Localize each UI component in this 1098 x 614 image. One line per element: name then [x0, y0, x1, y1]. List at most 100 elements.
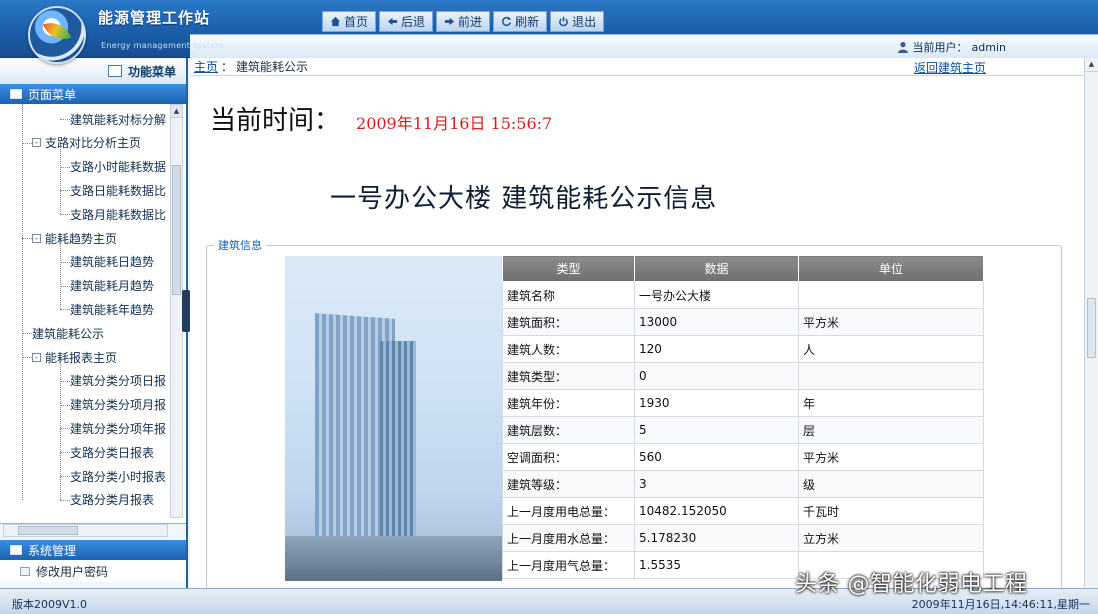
status-clock: 2009年11月16日,14:46:11,星期一	[911, 598, 1090, 611]
tree-connector	[22, 333, 32, 335]
arrow-right-icon	[444, 17, 455, 26]
table-row: 建筑人数： 120 人	[502, 335, 984, 363]
home-button[interactable]: 首页	[322, 11, 377, 32]
function-menu-label: 功能菜单	[127, 64, 176, 79]
cell-type: 空调面积：	[502, 443, 635, 471]
sidebar-item-change-password[interactable]: 修改用户密码	[0, 560, 186, 582]
refresh-button[interactable]: 刷新	[493, 11, 548, 32]
sidebar-item[interactable]: 支路月能耗数据比	[70, 203, 166, 225]
back-to-building-link[interactable]: 返回建筑主页	[914, 59, 986, 76]
cell-type: 建筑人数：	[502, 335, 635, 363]
current-user: 当前用户： admin	[897, 39, 1006, 55]
cell-data: 1.5535	[634, 551, 799, 579]
building-title: 一号办公大楼 建筑能耗公示信息	[330, 184, 718, 214]
arrow-left-icon	[387, 17, 398, 26]
sidebar-item[interactable]: 建筑分类分项月报	[70, 394, 166, 416]
sidebar-item[interactable]: 建筑分类分项日报	[70, 370, 166, 392]
home-button-label: 首页	[344, 15, 369, 29]
tree-toggle-icon[interactable]: -	[32, 233, 41, 243]
folder-icon	[10, 545, 22, 555]
cell-unit: 平方米	[798, 443, 984, 471]
breadcrumb-home-link[interactable]: 主页	[194, 58, 218, 75]
tree-toggle-icon[interactable]: -	[32, 352, 41, 362]
sidebar-item[interactable]: 支路小时能耗数据	[70, 156, 166, 178]
logout-button[interactable]: 退出	[550, 11, 605, 32]
cell-type: 上一月度用水总量：	[502, 524, 635, 552]
tree-connector	[60, 428, 70, 430]
sidebar-item[interactable]: 建筑能耗年趋势	[70, 298, 154, 320]
tree-connector	[22, 104, 23, 500]
back-button[interactable]: 后退	[379, 11, 434, 32]
current-time-value: 2009年11月16日 15:56:7	[356, 114, 553, 133]
tree-toggle-icon[interactable]: -	[32, 138, 41, 148]
sidebar-item-label: 建筑能耗年趋势	[70, 302, 155, 317]
sidebar-item-label: 能耗报表主页	[45, 350, 118, 365]
back-button-label: 后退	[401, 15, 426, 29]
app-logo	[28, 6, 86, 64]
cell-unit: 级	[798, 470, 984, 498]
cell-unit: 年	[798, 389, 984, 417]
user-icon	[897, 42, 908, 53]
sidebar-item[interactable]: 建筑分类分项年报	[70, 417, 166, 439]
sidebar-collapse-handle[interactable]	[182, 290, 190, 332]
logout-button-label: 退出	[572, 15, 597, 29]
hscroll-thumb[interactable]	[18, 526, 78, 535]
table-row: 上一月度用水总量： 5.178230 立方米	[502, 524, 984, 552]
breadcrumb: 主页 ： 建筑能耗公示 返回建筑主页	[190, 58, 1098, 76]
scroll-up-arrow-icon[interactable]: ▲	[1085, 58, 1098, 72]
forward-button[interactable]: 前进	[436, 11, 491, 32]
sidebar-item-label: 建筑能耗月趋势	[70, 279, 155, 294]
table-row: 建筑等级： 3 级	[502, 470, 984, 498]
tree-connector	[60, 145, 61, 215]
scroll-up-arrow-icon[interactable]: ▲	[171, 105, 182, 118]
function-menu-header[interactable]: 功能菜单	[0, 58, 186, 84]
column-header-type: 类型	[502, 255, 635, 282]
scroll-thumb[interactable]	[172, 165, 181, 295]
building-info-legend: 建筑信息	[214, 237, 266, 253]
system-management-section: 系统管理 修改用户密码	[0, 540, 186, 582]
main-vertical-scrollbar[interactable]: ▲	[1084, 58, 1098, 588]
table-row: 建筑名称 一号办公大楼	[502, 281, 984, 309]
current-time-row: 当前时间： 2009年11月16日 15:56:7	[210, 100, 552, 137]
tree-connector	[60, 476, 70, 477]
main-scroll-thumb[interactable]	[1087, 298, 1096, 358]
sidebar-item[interactable]: 支路分类月报表	[70, 489, 154, 511]
sidebar-item-label: 能耗趋势主页	[45, 231, 118, 246]
refresh-button-label: 刷新	[515, 15, 540, 29]
sidebar-item[interactable]: 建筑能耗公示	[32, 322, 104, 344]
sidebar-horizontal-scrollbar[interactable]	[3, 524, 168, 537]
sidebar-item[interactable]: - 能耗报表主页	[32, 346, 117, 368]
sidebar-item[interactable]: 建筑能耗月趋势	[70, 275, 154, 297]
menu-tree: 建筑能耗对标分解 - 支路对比分析主页支路小时能耗数据 支路日能耗数据比支路月能耗数据…	[0, 104, 186, 524]
page-menu-header[interactable]: 页面菜单	[0, 84, 186, 104]
sidebar-item[interactable]: 支路分类小时报表	[70, 465, 166, 487]
table-row: 空调面积： 560 平方米	[502, 443, 984, 471]
sidebar-item[interactable]: 建筑能耗日趋势	[70, 251, 154, 273]
tree-connector	[60, 285, 70, 287]
sidebar-item-label: 支路小时能耗数据	[70, 160, 167, 175]
cell-data: 3	[634, 470, 799, 498]
folder-icon	[10, 89, 22, 99]
table-row: 建筑层数： 5 层	[502, 416, 984, 444]
page-icon	[20, 566, 30, 576]
cell-data: 一号办公大楼	[634, 281, 799, 309]
current-time-label: 当前时间：	[210, 106, 341, 136]
cell-data: 10482.152050	[634, 497, 799, 525]
building-info-table: 类型 数据 单位 建筑名称 一号办公大楼 建筑面积： 13000 平方米 建筑人数： 120…	[502, 255, 984, 579]
sidebar-item[interactable]: 支路日能耗数据比	[70, 179, 166, 201]
cell-unit: 人	[798, 335, 984, 363]
cell-unit: 平方米	[798, 308, 984, 336]
sidebar-item-label: 支路日能耗数据比	[70, 183, 167, 198]
sidebar-item[interactable]: 建筑能耗对标分解	[70, 108, 166, 130]
sidebar-item[interactable]: 支路分类日报表	[70, 441, 154, 463]
sidebar-item[interactable]: - 能耗趋势主页	[32, 227, 117, 249]
tree-connector	[60, 380, 70, 382]
current-user-name: admin	[971, 40, 1006, 54]
system-management-header[interactable]: 系统管理	[0, 540, 186, 560]
menu-icon	[107, 65, 122, 77]
sidebar-item[interactable]: - 支路对比分析主页	[32, 132, 141, 154]
cell-type: 建筑年份：	[502, 389, 635, 417]
cell-type: 建筑层数：	[502, 416, 635, 444]
tree-connector	[22, 357, 32, 358]
sidebar-item-label: 建筑能耗公示	[32, 326, 105, 341]
